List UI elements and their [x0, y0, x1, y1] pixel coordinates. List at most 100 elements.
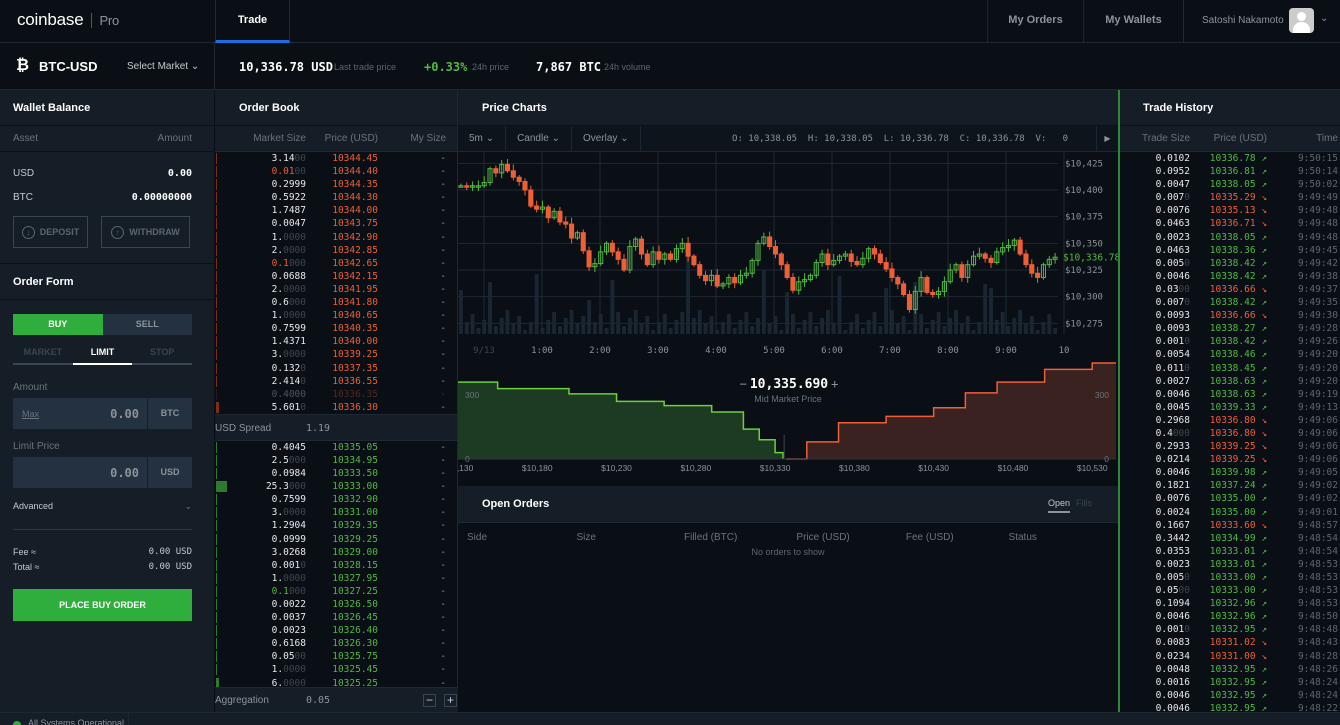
user-menu[interactable]: Satoshi Nakamoto ⌄ — [1183, 0, 1340, 43]
amount-input[interactable]: 0.00 — [63, 407, 147, 421]
trade-row: 0.1821 10337.24 ↗ 9:49:02 — [1120, 479, 1340, 492]
buy-tab[interactable]: BUY — [13, 314, 103, 335]
ask-row[interactable]: 5.6010 10336.30 - — [215, 401, 457, 414]
market-selector[interactable]: ₿ BTC-USD Select Market ⌄ — [0, 43, 215, 90]
bid-row[interactable]: 0.0023 10326.40 - — [215, 624, 457, 637]
asset-name: BTC — [13, 192, 33, 203]
ask-row[interactable]: 1.7487 10344.00 - — [215, 204, 457, 217]
bid-row[interactable]: 1.0000 10327.95 - — [215, 572, 457, 585]
ask-row[interactable]: 0.5922 10344.30 - — [215, 191, 457, 204]
volume-bar — [511, 324, 516, 334]
ask-row[interactable]: 2.0000 10342.85 - — [215, 244, 457, 257]
bid-row[interactable]: 3.0268 10329.00 - — [215, 546, 457, 559]
bid-row[interactable]: 0.1000 10327.25 - — [215, 585, 457, 598]
zoom-out-button[interactable]: − — [740, 377, 747, 391]
ask-row[interactable]: 0.1000 10342.65 - — [215, 257, 457, 270]
trade-row: 0.0076 10335.00 ↗ 9:49:02 — [1120, 492, 1340, 505]
bid-row[interactable]: 0.6168 10326.30 - — [215, 637, 457, 650]
bid-row[interactable]: 1.0000 10325.45 - — [215, 663, 457, 676]
bid-row[interactable]: 25.3000 10333.00 - — [215, 480, 457, 493]
bid-row[interactable]: 1.2904 10329.35 - — [215, 519, 457, 532]
ask-row[interactable]: 0.0100 10344.40 - — [215, 165, 457, 178]
nav-my-orders[interactable]: My Orders — [987, 0, 1083, 43]
filter-open-tab[interactable]: Open — [1047, 496, 1070, 513]
arrow-up-right-icon: ↗ — [1255, 179, 1267, 191]
ask-row[interactable]: 0.1320 10337.35 - — [215, 362, 457, 375]
bid-row[interactable]: 0.0022 10326.50 - — [215, 598, 457, 611]
ask-row[interactable]: 0.7599 10340.35 - — [215, 322, 457, 335]
nav-my-wallets[interactable]: My Wallets — [1083, 0, 1183, 43]
tab-market[interactable]: MARKET — [13, 345, 73, 363]
tab-trade[interactable]: Trade — [215, 0, 290, 43]
ask-row[interactable]: 0.2999 10344.35 - — [215, 178, 457, 191]
advanced-toggle[interactable]: Advanced ⌄ — [13, 501, 192, 512]
volume-bar — [1018, 310, 1023, 334]
avatar[interactable] — [1289, 8, 1314, 33]
select-market-button[interactable]: Select Market ⌄ — [127, 61, 199, 72]
trade-row: 0.0010 10338.42 ↗ 9:49:26 — [1120, 335, 1340, 348]
bid-row[interactable]: 0.0500 10325.75 - — [215, 650, 457, 663]
trade-row: 0.0102 10336.78 ↗ 9:50:15 — [1120, 152, 1340, 165]
ask-row[interactable]: 0.4000 10336.35 - — [215, 388, 457, 401]
bid-row[interactable]: 0.7599 10332.90 - — [215, 493, 457, 506]
depth-bar — [216, 349, 218, 361]
ask-row[interactable]: 3.0000 10339.25 - — [215, 348, 457, 361]
ask-row[interactable]: 0.6000 10341.80 - — [215, 296, 457, 309]
zoom-in-button[interactable]: + — [831, 377, 838, 391]
ask-row[interactable]: 1.0000 10342.90 - — [215, 231, 457, 244]
market-size: 0.6000 — [271, 297, 306, 309]
tab-stop[interactable]: STOP — [132, 345, 192, 363]
status-text[interactable]: All Systems Operational — [28, 718, 124, 725]
my-size: - — [440, 441, 446, 453]
bid-row[interactable]: 0.0037 10326.45 - — [215, 611, 457, 624]
price: 10326.50 — [332, 599, 378, 610]
sell-tab[interactable]: SELL — [102, 314, 192, 335]
aggregation-increase-button[interactable]: + — [444, 694, 457, 707]
trade-size: 0.0093 — [1155, 323, 1190, 335]
volume-bar — [732, 328, 737, 334]
play-icon[interactable]: ▶ — [1096, 126, 1118, 151]
bid-row[interactable]: 0.0999 10329.25 - — [215, 533, 457, 546]
withdraw-button[interactable]: ↑ WITHDRAW — [101, 216, 190, 248]
bid-row[interactable]: 3.0000 10331.00 - — [215, 506, 457, 519]
ask-row[interactable]: 0.0688 10342.15 - — [215, 270, 457, 283]
amount-field[interactable]: Max 0.00 BTC — [13, 398, 192, 429]
aggregation-decrease-button[interactable]: − — [423, 694, 436, 707]
ask-row[interactable]: 3.1400 10344.45 - — [215, 152, 457, 165]
trade-time: 9:49:20 — [1297, 362, 1338, 374]
volume-bar — [686, 256, 691, 334]
limit-price-field[interactable]: 0.00 USD — [13, 457, 192, 488]
asset-amount: 0.00000000 — [131, 192, 192, 203]
filter-fills-tab[interactable]: Fills — [1076, 496, 1092, 513]
chevron-down-icon[interactable]: ⌄ — [1320, 13, 1328, 24]
bid-row[interactable]: 0.4045 10335.05 - — [215, 441, 457, 454]
tab-limit[interactable]: LIMIT — [72, 345, 133, 365]
volume-bar — [464, 322, 469, 334]
candle-body — [493, 168, 499, 174]
bid-row[interactable]: 2.5000 10334.95 - — [215, 454, 457, 467]
bid-row[interactable]: 0.0010 10328.15 - — [215, 559, 457, 572]
max-link[interactable]: Max — [13, 409, 63, 419]
overlay-dropdown[interactable]: Overlay ⌄ — [572, 126, 641, 151]
ask-row[interactable]: 2.0000 10341.95 - — [215, 283, 457, 296]
ask-row[interactable]: 2.4140 10336.55 - — [215, 375, 457, 388]
col-time: Time — [1316, 133, 1338, 144]
market-size: 0.0688 — [271, 270, 306, 282]
bid-row[interactable]: 0.0984 10333.50 - — [215, 467, 457, 480]
depth-bar — [216, 507, 218, 519]
chart-type-dropdown[interactable]: Candle ⌄ — [506, 126, 572, 151]
trade-size: 0.2968 — [1155, 414, 1190, 426]
interval-dropdown[interactable]: 5m ⌄ — [458, 126, 507, 151]
volume-bar — [989, 288, 993, 334]
coinbase-pro-logo[interactable]: coinbase Pro — [17, 10, 119, 30]
candle-body — [825, 253, 831, 266]
price-charts-title: Price Charts — [458, 90, 1118, 126]
deposit-button[interactable]: ↓ DEPOSIT — [13, 216, 88, 248]
trade-row: 0.0046 10338.63 ↗ 9:49:19 — [1120, 388, 1340, 401]
ask-row[interactable]: 1.4371 10340.00 - — [215, 335, 457, 348]
candlestick-chart[interactable]: $10,425 $10,400 $10,375 $10,350 $10,325 $10,3… — [458, 152, 1118, 362]
ask-row[interactable]: 1.0000 10340.65 - — [215, 309, 457, 322]
place-buy-order-button[interactable]: PLACE BUY ORDER — [13, 589, 192, 621]
limit-price-input[interactable]: 0.00 — [13, 466, 147, 480]
ask-row[interactable]: 0.0047 10343.75 - — [215, 217, 457, 230]
